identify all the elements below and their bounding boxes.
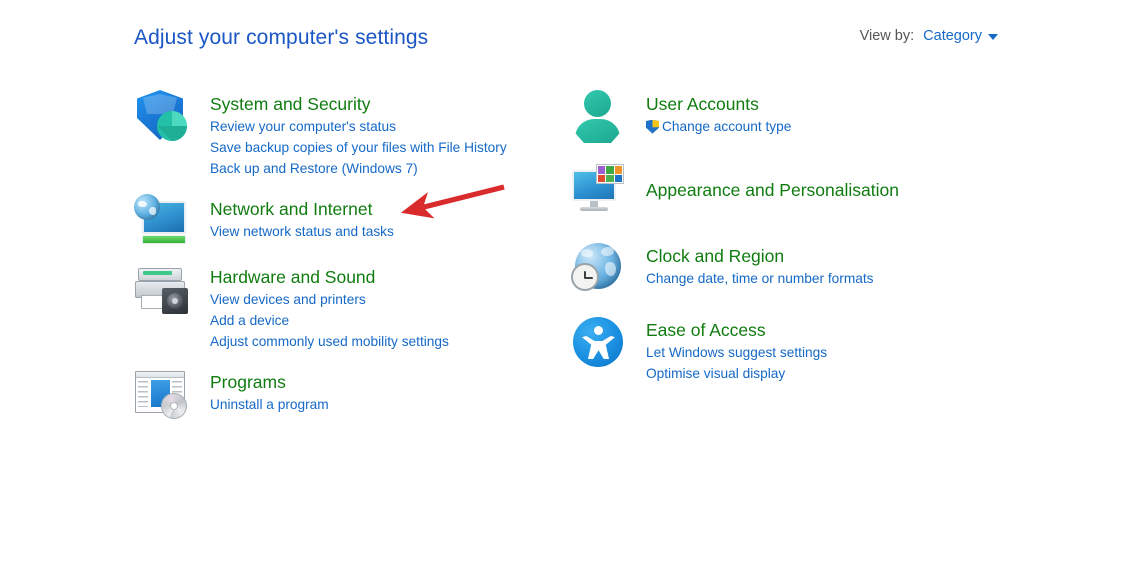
chevron-down-icon[interactable] [988,34,998,40]
category-programs[interactable]: Programs Uninstall a program [134,366,564,422]
link-view-network-status-and-tasks[interactable]: View network status and tasks [210,221,394,242]
control-panel-page: Adjust your computer's settings View by:… [0,0,1144,580]
link-optimise-visual-display[interactable]: Optimise visual display [646,363,827,384]
category-ease-of-access[interactable]: Ease of Access Let Windows suggest setti… [570,314,1010,384]
swatch-6 [614,174,622,182]
swatch-2 [606,166,614,174]
category-title-hardware-and-sound[interactable]: Hardware and Sound [210,265,449,289]
link-adjust-mobility-settings[interactable]: Adjust commonly used mobility settings [210,331,449,352]
category-network-and-internet[interactable]: Network and Internet View network status… [134,193,564,249]
link-save-backup-copies-file-history[interactable]: Save backup copies of your files with Fi… [210,137,507,158]
view-by-label: View by: [859,28,915,44]
link-uninstall-a-program[interactable]: Uninstall a program [210,394,329,415]
link-change-date-time-number-formats[interactable]: Change date, time or number formats [646,268,873,289]
category-user-accounts[interactable]: User Accounts Change account type [570,88,1010,144]
category-appearance-and-personalisation[interactable]: Appearance and Personalisation [570,162,1010,218]
swatch-3 [614,166,622,174]
category-title-user-accounts[interactable]: User Accounts [646,92,791,116]
swatch-5 [606,174,614,182]
network-monitor-globe-icon [134,193,190,249]
category-title-system-and-security[interactable]: System and Security [210,92,507,116]
accessibility-icon [570,314,626,370]
program-window-disc-icon [134,366,190,422]
globe-clock-icon [570,240,626,296]
shield-icon [134,88,190,144]
link-review-your-computers-status[interactable]: Review your computer's status [210,116,507,137]
link-back-up-and-restore-windows-7[interactable]: Back up and Restore (Windows 7) [210,158,507,179]
link-change-account-type-label: Change account type [662,119,792,134]
link-change-account-type[interactable]: Change account type [646,116,791,137]
category-title-network-and-internet[interactable]: Network and Internet [210,197,394,221]
swatch-4 [598,174,606,182]
link-view-devices-and-printers[interactable]: View devices and printers [210,289,449,310]
category-title-ease-of-access[interactable]: Ease of Access [646,318,827,342]
color-swatch-grid [596,164,624,184]
page-title: Adjust your computer's settings [134,26,429,49]
right-category-column: User Accounts Change account type Appear… [570,88,1010,392]
person-icon [570,88,626,144]
link-let-windows-suggest-settings[interactable]: Let Windows suggest settings [646,342,827,363]
link-add-a-device[interactable]: Add a device [210,310,449,331]
printer-speaker-icon [134,261,190,317]
category-clock-and-region[interactable]: Clock and Region Change date, time or nu… [570,240,1010,296]
view-by-control: View by: Category [860,28,998,44]
category-hardware-and-sound[interactable]: Hardware and Sound View devices and prin… [134,261,564,352]
category-title-programs[interactable]: Programs [210,370,329,394]
left-category-column: System and Security Review your computer… [134,88,564,430]
swatch-1 [598,166,606,174]
category-title-clock-and-region[interactable]: Clock and Region [646,244,873,268]
view-by-value[interactable]: Category [923,28,982,44]
uac-shield-icon [646,119,659,134]
category-system-and-security[interactable]: System and Security Review your computer… [134,88,564,179]
monitor-swatches-icon [570,162,626,218]
category-title-appearance-and-personalisation[interactable]: Appearance and Personalisation [646,178,899,202]
